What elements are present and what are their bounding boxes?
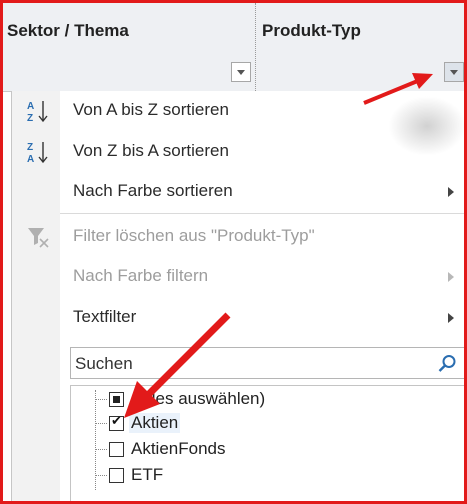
checkbox-unchecked[interactable] [109,468,124,483]
list-item-label: Aktien [129,413,181,433]
list-item-label: AktienFonds [131,439,226,458]
submenu-arrow-icon [448,313,454,323]
sort-descending-icon: Z A [27,142,48,165]
tree-branch [95,449,107,450]
search-input[interactable]: Suchen [70,347,464,379]
screenshot-frame: Sektor / Thema Produkt-Typ A Z Von A bis… [0,0,467,504]
submenu-arrow-icon [448,272,454,282]
svg-text:A: A [27,154,34,165]
sort-ascending-icon: A Z [27,101,48,124]
menu-item-label: Textfilter [73,307,137,326]
menu-item-label: Filter löschen aus "Produkt-Typ" [73,226,315,245]
menu-item-label: Nach Farbe filtern [73,266,209,285]
filter-dropdown-button[interactable] [231,62,251,82]
submenu-arrow-icon [448,187,454,197]
clear-filter-icon [28,228,49,248]
checkbox-unchecked[interactable] [109,442,124,457]
checkbox-checked[interactable] [109,414,124,431]
filter-value-list[interactable]: (Alles auswählen) Aktien AktienFonds ETF [70,385,464,501]
menu-separator [60,213,464,214]
svg-text:A: A [27,101,34,112]
filter-dropdown-button-active[interactable] [444,62,464,82]
search-icon[interactable] [437,354,457,374]
column-header-row: Sektor / Thema Produkt-Typ [3,3,464,92]
checkbox-partial[interactable] [109,392,124,407]
menu-item-filter-by-color: Nach Farbe filtern [12,257,464,297]
menu-item-label: Nach Farbe sortieren [73,181,233,200]
menu-item-text-filter[interactable]: Textfilter [12,298,464,338]
svg-text:Z: Z [27,113,33,124]
menu-item-label: Von A bis Z sortieren [73,100,229,119]
column-header-label: Produkt-Typ [262,21,361,40]
menu-item-sort-by-color[interactable]: Nach Farbe sortieren [12,172,464,212]
tree-branch [95,399,107,400]
search-placeholder: Suchen [75,354,133,373]
menu-item-clear-filter: Filter löschen aus "Produkt-Typ" [12,217,464,257]
list-item-label: ETF [131,465,164,484]
column-header-produkt-typ: Produkt-Typ [255,3,464,91]
tree-branch [95,475,107,476]
column-header-sektor: Sektor / Thema [3,3,255,91]
drop-shadow-blur [388,96,466,156]
svg-text:Z: Z [27,142,33,153]
list-item-label: (Alles auswählen) [131,389,266,408]
menu-item-label: Von Z bis A sortieren [73,141,229,160]
tree-branch [95,423,107,424]
filter-menu: A Z Von A bis Z sortieren Z A Von Z bis … [11,91,464,501]
column-header-label: Sektor / Thema [7,21,129,40]
